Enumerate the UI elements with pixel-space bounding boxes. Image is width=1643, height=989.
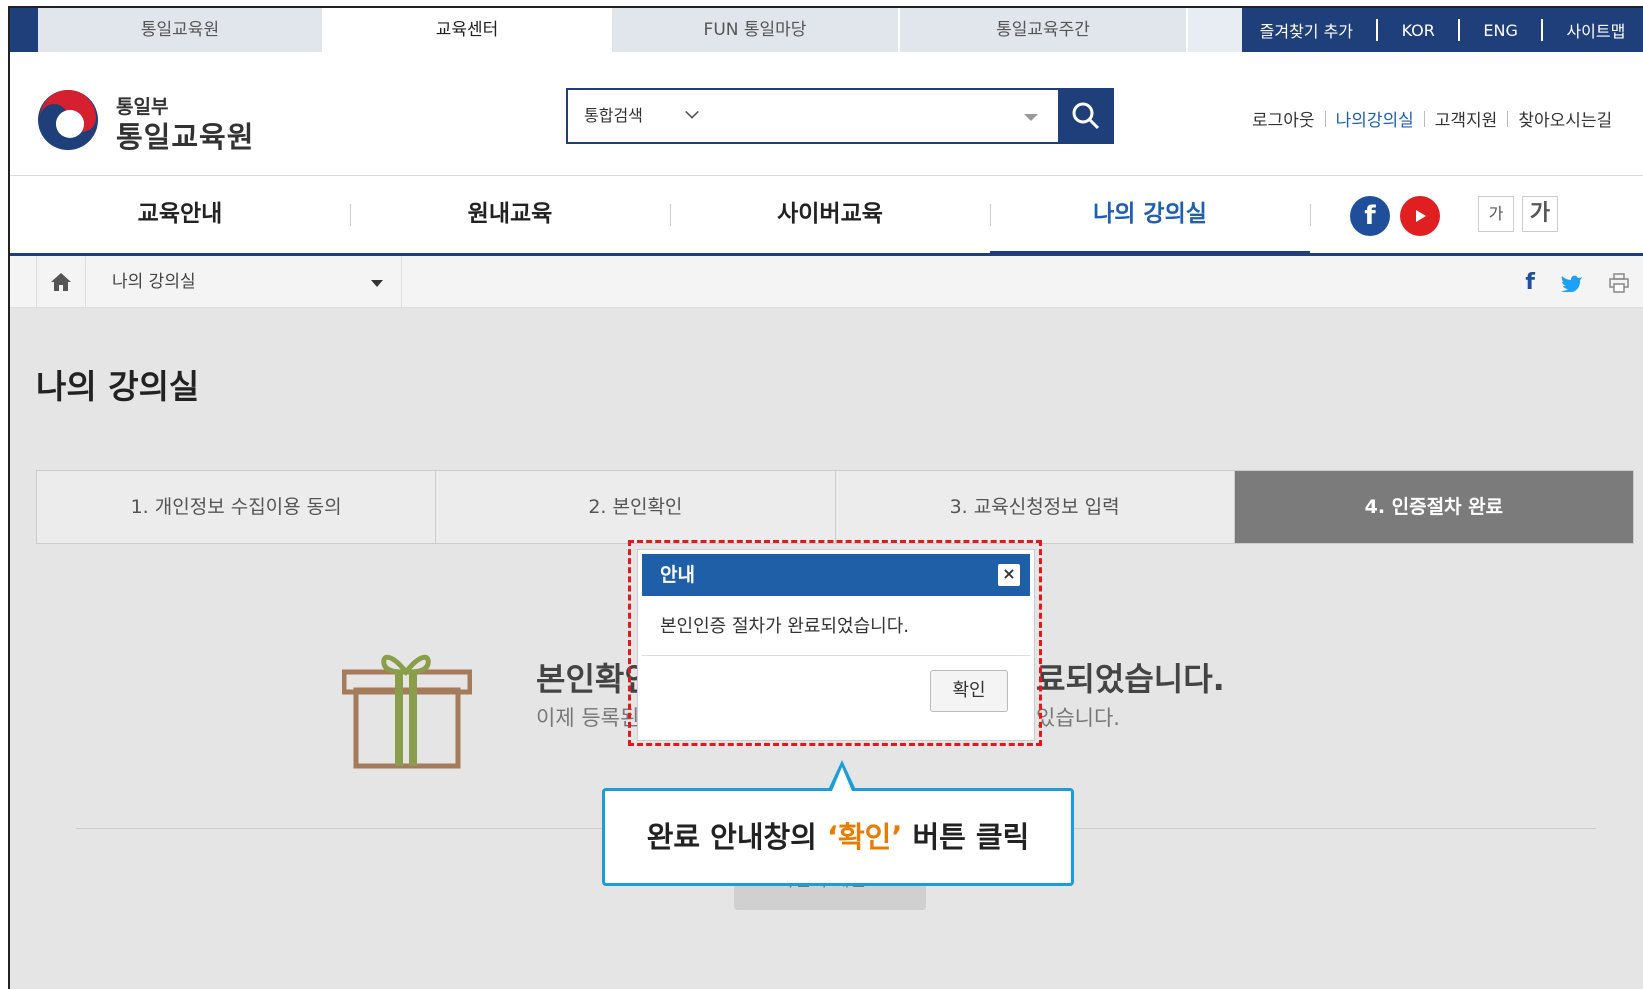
process-steps: 1. 개인정보 수집이용 동의 2. 본인확인 3. 교육신청정보 입력 4. … [36,470,1634,544]
directions-link[interactable]: 찾아오시는길 [1518,106,1612,131]
divider [1310,204,1311,226]
callout-pointer-inner [832,767,852,791]
top-utility-bar: 통일교육원 교육센터 FUN 통일마당 통일교육주간 즐겨찾기 추가 KOR E… [10,8,1643,52]
breadcrumb-current-select[interactable]: 나의 강의실 [86,256,402,308]
close-icon[interactable]: × [998,564,1020,586]
print-icon[interactable] [1609,272,1629,293]
font-size-large-button[interactable]: 가 [1522,196,1558,232]
nav-onsite-education[interactable]: 원내교육 [350,176,670,253]
search-dropdown-arrow-icon[interactable] [1024,114,1038,121]
callout-text-before: 완료 안내창의 [646,820,827,854]
toptab-education-center[interactable]: 교육센터 [324,8,612,52]
dialog-message: 본인인증 절차가 완료되었습니다. [642,596,1030,656]
toptab-unification-institute[interactable]: 통일교육원 [38,8,324,52]
divider [1324,110,1326,127]
breadcrumb: 나의 강의실 f [10,256,1643,308]
step-complete: 4. 인증절차 완료 [1234,471,1633,543]
facebook-share-icon[interactable]: f [1525,270,1535,295]
home-button[interactable] [36,256,86,308]
divider [1458,19,1461,41]
taegeuk-logo-icon[interactable] [36,88,100,152]
lang-kor-link[interactable]: KOR [1402,21,1435,40]
callout-highlight: ‘확인’ [826,820,903,854]
share-tools: f [1525,270,1629,295]
nav-education-guide[interactable]: 교육안내 [10,176,350,253]
font-size-small-button[interactable]: 가 [1478,196,1514,232]
browser-viewport: 통일교육원 교육센터 FUN 통일마당 통일교육주간 즐겨찾기 추가 KOR E… [8,6,1643,989]
main-nav: 교육안내 원내교육 사이버교육 나의 강의실 f 가 가 [10,176,1643,256]
page-title: 나의 강의실 [36,367,200,406]
my-classroom-link[interactable]: 나의강의실 [1336,106,1414,131]
dialog-header: 안내 × [642,554,1030,596]
youtube-icon[interactable] [1400,196,1440,236]
toptab-education-week[interactable]: 통일교육주간 [900,8,1188,52]
search-icon [1072,102,1100,130]
header-links: 로그아웃 나의강의실 고객지원 찾아오시는길 [1252,106,1612,131]
top-right-links: 즐겨찾기 추가 KOR ENG 사이트맵 [1242,8,1643,52]
done-subtitle-left: 이제 등록된 [536,706,640,730]
instruction-callout: 완료 안내창의 ‘확인’ 버튼 클릭 [602,788,1074,886]
nav-cyber-education[interactable]: 사이버교육 [670,176,990,253]
divider [1423,110,1425,127]
play-icon [1416,210,1426,222]
nav-my-classroom[interactable]: 나의 강의실 [990,176,1310,256]
site-header: 통일부 통일교육원 통합검색 로그아웃 나의강의실 고객지원 찾아오시는길 [10,52,1643,176]
support-link[interactable]: 고객지원 [1435,106,1498,131]
twitter-icon[interactable] [1561,274,1583,292]
logout-link[interactable]: 로그아웃 [1252,106,1315,131]
done-subtitle-right: 있습니다. [1036,706,1120,730]
confirm-button[interactable]: 확인 [930,670,1008,712]
toptab-fun-madang[interactable]: FUN 통일마당 [612,8,900,52]
breadcrumb-current-label: 나의 강의실 [112,272,196,292]
divider [1376,19,1379,41]
callout-text-after: 버튼 클릭 [902,820,1030,854]
divider [1541,19,1544,41]
facebook-icon[interactable]: f [1350,196,1390,236]
gift-icon [342,654,472,769]
top-left-stripe [10,8,38,52]
search-button[interactable] [1058,88,1114,144]
logo-institute: 통일교육원 [116,120,255,154]
done-title-right: 료되었습니다. [1036,660,1225,698]
step-application-info: 3. 교육신청정보 입력 [835,471,1235,543]
notice-dialog: 안내 × 본인인증 절차가 완료되었습니다. 확인 [638,550,1034,740]
step-identity-check: 2. 본인확인 [436,471,836,543]
search-bar: 통합검색 [566,88,1114,144]
lang-eng-link[interactable]: ENG [1483,21,1517,40]
divider [1507,110,1509,127]
sitemap-link[interactable]: 사이트맵 [1566,18,1625,42]
bookmark-link[interactable]: 즐겨찾기 추가 [1260,18,1353,42]
caret-down-icon [371,280,383,287]
home-icon [51,273,71,291]
search-scope-select[interactable]: 통합검색 [584,90,643,142]
dialog-title: 안내 [660,564,695,586]
chevron-down-icon[interactable] [685,105,699,119]
step-consent: 1. 개인정보 수집이용 동의 [37,471,437,543]
